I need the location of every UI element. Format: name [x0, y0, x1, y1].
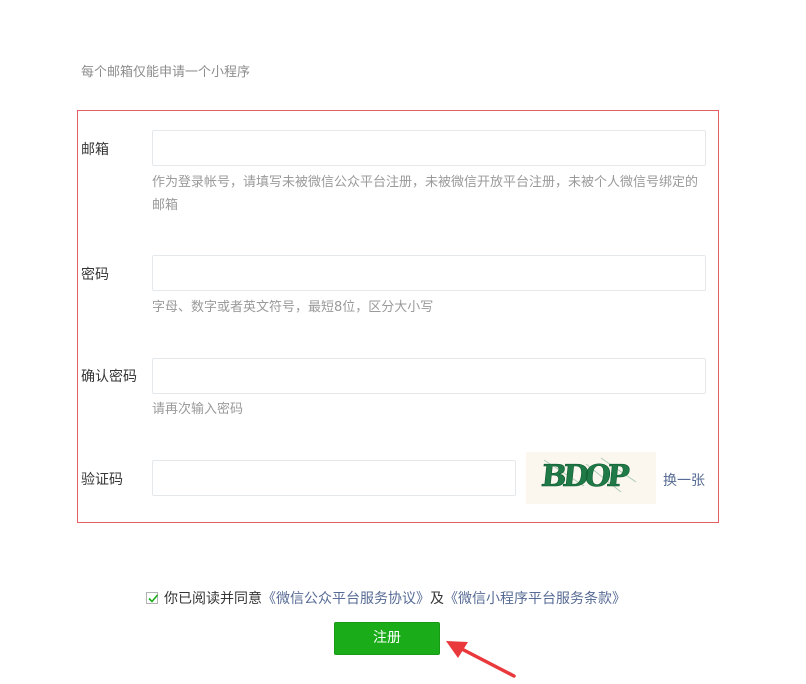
agreement-prefix: 你已阅读并同意: [164, 591, 262, 607]
agreement-row: 你已阅读并同意 《微信公众平台服务协议》 及 《微信小程序平台服务条款》: [146, 588, 626, 608]
register-button[interactable]: 注册: [334, 622, 440, 655]
password-hint: 字母、数字或者英文符号，最短8位，区分大小写: [152, 300, 434, 315]
captcha-text: BDOP: [540, 459, 631, 494]
confirm-password-hint: 请再次输入密码: [152, 402, 244, 417]
password-input[interactable]: [152, 255, 706, 291]
check-icon: [148, 594, 159, 603]
agreement-conjunction: 及: [430, 591, 444, 607]
captcha-label: 验证码: [81, 472, 123, 488]
register-page: 每个邮箱仅能申请一个小程序 邮箱 作为登录帐号，请填写未被微信公众平台注册，未被…: [0, 0, 806, 684]
confirm-password-input[interactable]: [152, 358, 706, 394]
annotation-arrow-icon: [446, 641, 516, 678]
captcha-graphic: BDOP: [539, 457, 637, 494]
captcha-image[interactable]: BDOP: [526, 452, 656, 504]
terms-link[interactable]: 《微信小程序平台服务条款》: [444, 588, 626, 608]
captcha-input[interactable]: [152, 460, 516, 496]
agreement-checkbox[interactable]: [146, 592, 159, 604]
service-agreement-link[interactable]: 《微信公众平台服务协议》: [262, 588, 430, 608]
email-input[interactable]: [152, 130, 706, 166]
email-label: 邮箱: [81, 142, 109, 158]
email-hint: 作为登录帐号，请填写未被微信公众平台注册，未被微信开放平台注册，未被个人微信号绑…: [152, 175, 699, 213]
confirm-password-label: 确认密码: [81, 369, 137, 385]
password-label: 密码: [81, 267, 109, 283]
email-limit-notice: 每个邮箱仅能申请一个小程序: [81, 65, 251, 80]
refresh-captcha-link[interactable]: 换一张: [663, 470, 705, 490]
